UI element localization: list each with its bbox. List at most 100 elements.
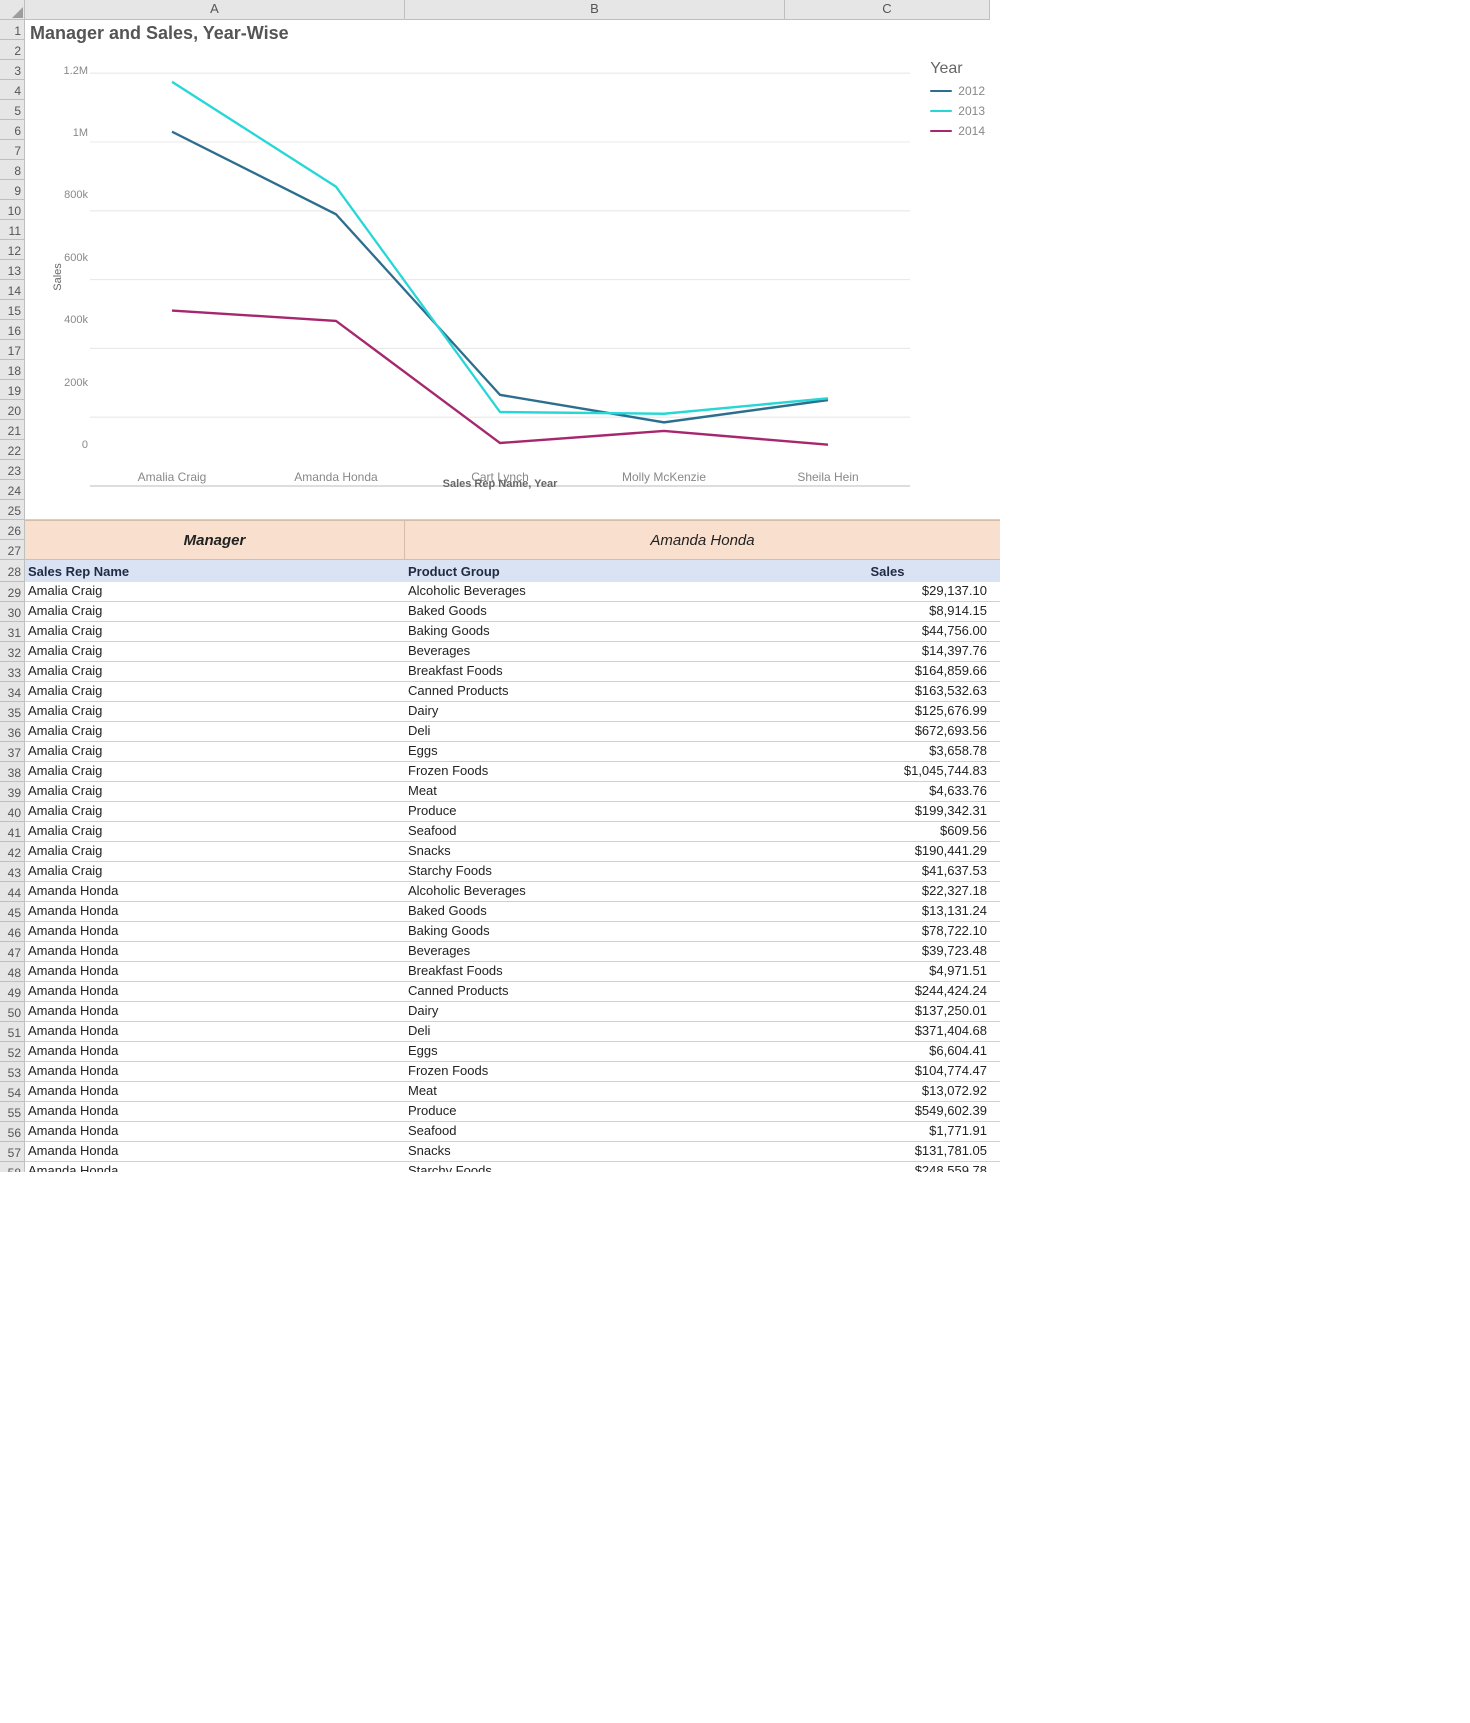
table-row[interactable]: Amanda HondaMeat$13,072.92 — [25, 1082, 1000, 1102]
cell-sales-rep-name[interactable]: Amanda Honda — [25, 1082, 405, 1101]
cell-sales-rep-name[interactable]: Amanda Honda — [25, 1142, 405, 1161]
cell-product-group[interactable]: Seafood — [405, 1122, 785, 1141]
table-row[interactable]: Amanda HondaProduce$549,602.39 — [25, 1102, 1000, 1122]
cell-sales-rep-name[interactable]: Amanda Honda — [25, 1042, 405, 1061]
table-row[interactable]: Amanda HondaStarchy Foods$248,559.78 — [25, 1162, 1000, 1172]
table-row[interactable]: Amanda HondaDeli$371,404.68 — [25, 1022, 1000, 1042]
row-header-25[interactable]: 25 — [0, 500, 25, 520]
row-header-5[interactable]: 5 — [0, 100, 25, 120]
cell-sales[interactable]: $8,914.15 — [785, 602, 990, 621]
cell-sales[interactable]: $6,604.41 — [785, 1042, 990, 1061]
cell-sales-rep-name[interactable]: Amalia Craig — [25, 802, 405, 821]
row-header-45[interactable]: 45 — [0, 902, 25, 922]
cell-sales-rep-name[interactable]: Amalia Craig — [25, 782, 405, 801]
row-header-29[interactable]: 29 — [0, 582, 25, 602]
cell-sales[interactable]: $609.56 — [785, 822, 990, 841]
cell-product-group[interactable]: Meat — [405, 782, 785, 801]
manager-value-cell[interactable]: Amanda Honda — [405, 521, 1000, 559]
table-row[interactable]: Amalia CraigEggs$3,658.78 — [25, 742, 1000, 762]
row-header-6[interactable]: 6 — [0, 120, 25, 140]
cell-sales[interactable]: $29,137.10 — [785, 582, 990, 601]
cell-sales[interactable]: $371,404.68 — [785, 1022, 990, 1041]
table-row[interactable]: Amalia CraigDairy$125,676.99 — [25, 702, 1000, 722]
row-header-17[interactable]: 17 — [0, 340, 25, 360]
cell-sales[interactable]: $1,045,744.83 — [785, 762, 990, 781]
row-header-21[interactable]: 21 — [0, 420, 25, 440]
cell-sales-rep-name[interactable]: Amalia Craig — [25, 582, 405, 601]
row-header-10[interactable]: 10 — [0, 200, 25, 220]
cell-sales[interactable]: $164,859.66 — [785, 662, 990, 681]
cell-product-group[interactable]: Canned Products — [405, 982, 785, 1001]
row-header-16[interactable]: 16 — [0, 320, 25, 340]
row-header-42[interactable]: 42 — [0, 842, 25, 862]
table-row[interactable]: Amanda HondaSeafood$1,771.91 — [25, 1122, 1000, 1142]
cell-sales-rep-name[interactable]: Amalia Craig — [25, 862, 405, 881]
row-header-56[interactable]: 56 — [0, 1122, 25, 1142]
cell-sales-rep-name[interactable]: Amalia Craig — [25, 682, 405, 701]
cell-sales[interactable]: $3,658.78 — [785, 742, 990, 761]
cell-product-group[interactable]: Canned Products — [405, 682, 785, 701]
cell-product-group[interactable]: Baked Goods — [405, 902, 785, 921]
cell-sales-rep-name[interactable]: Amanda Honda — [25, 1002, 405, 1021]
col-product-group[interactable]: Product Group — [405, 560, 785, 582]
row-header-46[interactable]: 46 — [0, 922, 25, 942]
cell-product-group[interactable]: Snacks — [405, 842, 785, 861]
cell-sales[interactable]: $244,424.24 — [785, 982, 990, 1001]
table-row[interactable]: Amalia CraigStarchy Foods$41,637.53 — [25, 862, 1000, 882]
row-header-41[interactable]: 41 — [0, 822, 25, 842]
legend-item-2014[interactable]: 2014 — [930, 124, 985, 138]
manager-label-cell[interactable]: Manager — [25, 521, 405, 559]
cell-sales-rep-name[interactable]: Amalia Craig — [25, 702, 405, 721]
row-header-14[interactable]: 14 — [0, 280, 25, 300]
table-row[interactable]: Amalia CraigBreakfast Foods$164,859.66 — [25, 662, 1000, 682]
col-sales[interactable]: Sales — [785, 560, 990, 582]
cell-sales[interactable]: $39,723.48 — [785, 942, 990, 961]
row-header-18[interactable]: 18 — [0, 360, 25, 380]
row-header-20[interactable]: 20 — [0, 400, 25, 420]
cell-product-group[interactable]: Frozen Foods — [405, 1062, 785, 1081]
row-header-48[interactable]: 48 — [0, 962, 25, 982]
table-row[interactable]: Amanda HondaBeverages$39,723.48 — [25, 942, 1000, 962]
row-header-23[interactable]: 23 — [0, 460, 25, 480]
cell-sales[interactable]: $13,072.92 — [785, 1082, 990, 1101]
cell-product-group[interactable]: Beverages — [405, 642, 785, 661]
cell-product-group[interactable]: Frozen Foods — [405, 762, 785, 781]
cell-product-group[interactable]: Baked Goods — [405, 602, 785, 621]
row-header-24[interactable]: 24 — [0, 480, 25, 500]
cell-sales-rep-name[interactable]: Amanda Honda — [25, 982, 405, 1001]
table-row[interactable]: Amanda HondaBaking Goods$78,722.10 — [25, 922, 1000, 942]
row-header-54[interactable]: 54 — [0, 1082, 25, 1102]
table-row[interactable]: Amanda HondaFrozen Foods$104,774.47 — [25, 1062, 1000, 1082]
cell-sales[interactable]: $41,637.53 — [785, 862, 990, 881]
row-header-52[interactable]: 52 — [0, 1042, 25, 1062]
row-header-53[interactable]: 53 — [0, 1062, 25, 1082]
cell-product-group[interactable]: Deli — [405, 722, 785, 741]
cell-sales-rep-name[interactable]: Amalia Craig — [25, 742, 405, 761]
table-row[interactable]: Amanda HondaAlcoholic Beverages$22,327.1… — [25, 882, 1000, 902]
select-all-corner[interactable] — [0, 0, 25, 20]
row-header-36[interactable]: 36 — [0, 722, 25, 742]
row-header-43[interactable]: 43 — [0, 862, 25, 882]
chart-legend[interactable]: Year 201220132014 — [930, 60, 985, 144]
table-row[interactable]: Amalia CraigBaking Goods$44,756.00 — [25, 622, 1000, 642]
row-header-9[interactable]: 9 — [0, 180, 25, 200]
cell-sales[interactable]: $672,693.56 — [785, 722, 990, 741]
table-row[interactable]: Amalia CraigDeli$672,693.56 — [25, 722, 1000, 742]
cell-product-group[interactable]: Meat — [405, 1082, 785, 1101]
row-header-33[interactable]: 33 — [0, 662, 25, 682]
row-header-31[interactable]: 31 — [0, 622, 25, 642]
cell-sales[interactable]: $131,781.05 — [785, 1142, 990, 1161]
row-header-8[interactable]: 8 — [0, 160, 25, 180]
cell-sales-rep-name[interactable]: Amalia Craig — [25, 662, 405, 681]
cell-product-group[interactable]: Dairy — [405, 1002, 785, 1021]
cell-sales[interactable]: $190,441.29 — [785, 842, 990, 861]
row-header-49[interactable]: 49 — [0, 982, 25, 1002]
cell-product-group[interactable]: Breakfast Foods — [405, 962, 785, 981]
row-header-57[interactable]: 57 — [0, 1142, 25, 1162]
table-row[interactable]: Amalia CraigBeverages$14,397.76 — [25, 642, 1000, 662]
cell-sales-rep-name[interactable]: Amanda Honda — [25, 1062, 405, 1081]
series-2012[interactable] — [172, 132, 828, 423]
cell-sales-rep-name[interactable]: Amanda Honda — [25, 1022, 405, 1041]
row-header-51[interactable]: 51 — [0, 1022, 25, 1042]
cell-product-group[interactable]: Dairy — [405, 702, 785, 721]
